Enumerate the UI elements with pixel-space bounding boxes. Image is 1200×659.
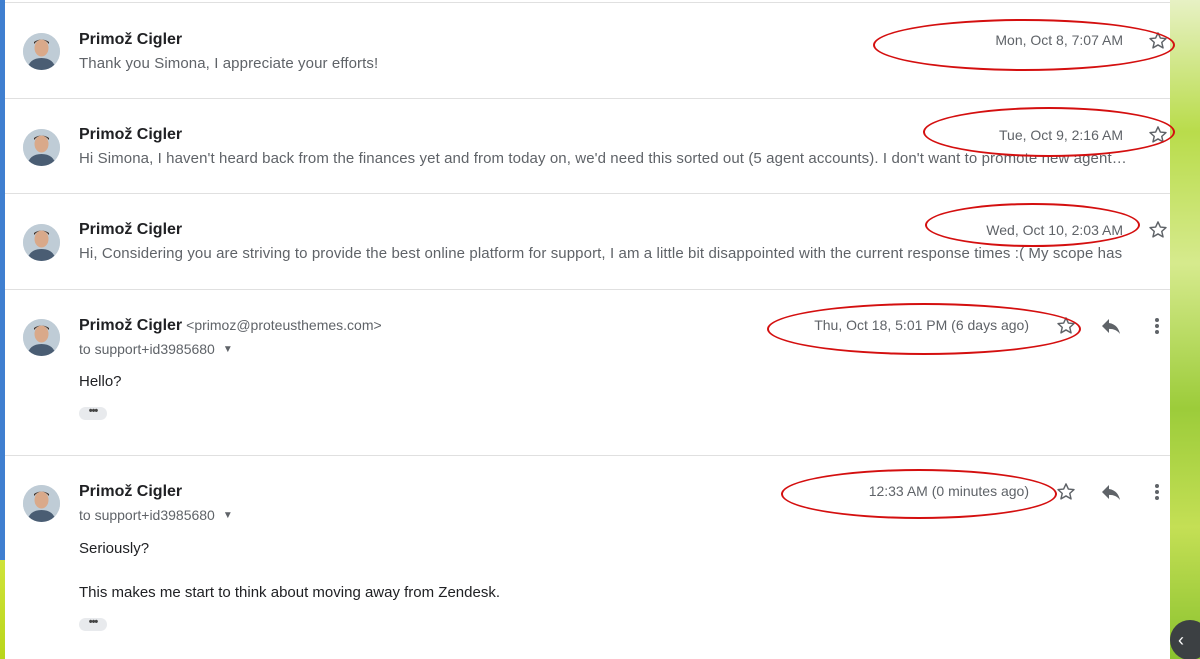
avatar [23,485,60,522]
sender-name: Primož Cigler [79,221,183,238]
message-expanded: Primož Cigler to support+id3985680 ▼ Seri… [5,455,1170,659]
chevron-left-icon: ‹ [1178,630,1184,650]
avatar [23,224,60,261]
more-vert-icon[interactable] [1147,314,1167,338]
show-trimmed-content-button[interactable]: ••• [79,617,107,631]
message-body-line: Seriously? [79,540,150,557]
show-trimmed-content-button[interactable]: ••• [79,406,107,420]
message-collapsed[interactable]: Primož Cigler Hi, Considering you are st… [5,193,1170,289]
avatar [23,129,60,166]
message-body-line: This makes me start to think about movin… [79,584,501,601]
recipient-line[interactable]: to support+id3985680 ▼ [79,341,233,357]
caret-down-icon[interactable]: ▼ [223,344,233,355]
message-collapsed[interactable]: Primož Cigler Thank you Simona, I apprec… [5,2,1175,98]
annotation-ring [767,303,1081,355]
caret-down-icon[interactable]: ▼ [223,510,233,521]
sender-name: Primož Cigler <primoz@proteusthemes.com> [79,317,382,335]
star-icon[interactable] [1147,219,1169,241]
message-collapsed[interactable]: Primož Cigler Hi Simona, I haven't heard… [5,98,1175,193]
sender-email: <primoz@proteusthemes.com> [186,317,382,333]
annotation-ring [925,203,1140,247]
desktop-background-right [1170,0,1200,659]
message-expanded: Primož Cigler <primoz@proteusthemes.com> … [5,289,1170,455]
recipient-text: to support+id3985680 [79,507,215,523]
annotation-ring [923,107,1175,157]
annotation-ring [781,469,1057,519]
recipient-line[interactable]: to support+id3985680 ▼ [79,507,233,523]
sender-name: Primož Cigler [79,126,183,143]
message-body-line: Hello? [79,373,122,390]
reply-icon[interactable] [1099,480,1123,504]
recipient-text: to support+id3985680 [79,341,215,357]
sender-name: Primož Cigler [79,483,183,500]
avatar [23,319,60,356]
message-snippet: Hi, Considering you are striving to prov… [79,245,1123,262]
reply-icon[interactable] [1099,314,1123,338]
annotation-ring [873,19,1175,71]
sender-name-text: Primož Cigler [79,317,183,334]
sender-name: Primož Cigler [79,31,183,48]
avatar [23,33,60,70]
more-vert-icon[interactable] [1147,480,1167,504]
email-thread: Primož Cigler Thank you Simona, I apprec… [5,0,1175,659]
side-panel-toggle-button[interactable]: ‹ [1170,620,1200,659]
star-icon[interactable] [1055,481,1077,503]
